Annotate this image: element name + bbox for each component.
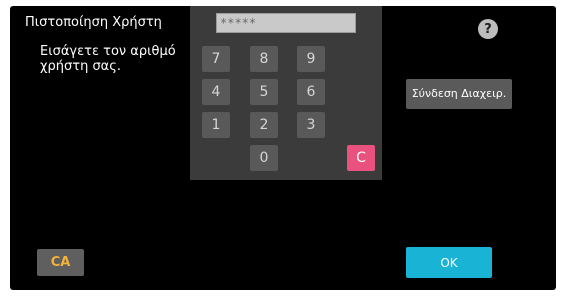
admin-login-button[interactable]: Σύνδεση Διαχειρ.: [406, 79, 512, 109]
prompt-text: Εισάγετε τον αριθμό χρήστη σας.: [40, 44, 176, 74]
pin-input[interactable]: *****: [216, 13, 356, 33]
clear-all-button[interactable]: CA: [37, 249, 84, 276]
key-0[interactable]: 0: [250, 145, 278, 171]
auth-screen: Πιστοποίηση Χρήστη Εισάγετε τον αριθμό χ…: [10, 6, 556, 290]
key-4[interactable]: 4: [202, 79, 230, 105]
key-1[interactable]: 1: [202, 112, 230, 138]
key-6[interactable]: 6: [297, 79, 325, 105]
key-8[interactable]: 8: [250, 46, 278, 72]
page-title: Πιστοποίηση Χρήστη: [25, 15, 162, 30]
keypad-panel: ***** 7 8 9 4 5 6 1 2 3 0 C: [190, 6, 382, 180]
ok-button[interactable]: OK: [406, 247, 492, 278]
key-7[interactable]: 7: [202, 46, 230, 72]
clear-key[interactable]: C: [347, 145, 375, 171]
key-9[interactable]: 9: [297, 46, 325, 72]
help-icon[interactable]: ?: [478, 19, 498, 39]
key-5[interactable]: 5: [250, 79, 278, 105]
key-2[interactable]: 2: [250, 112, 278, 138]
key-3[interactable]: 3: [297, 112, 325, 138]
